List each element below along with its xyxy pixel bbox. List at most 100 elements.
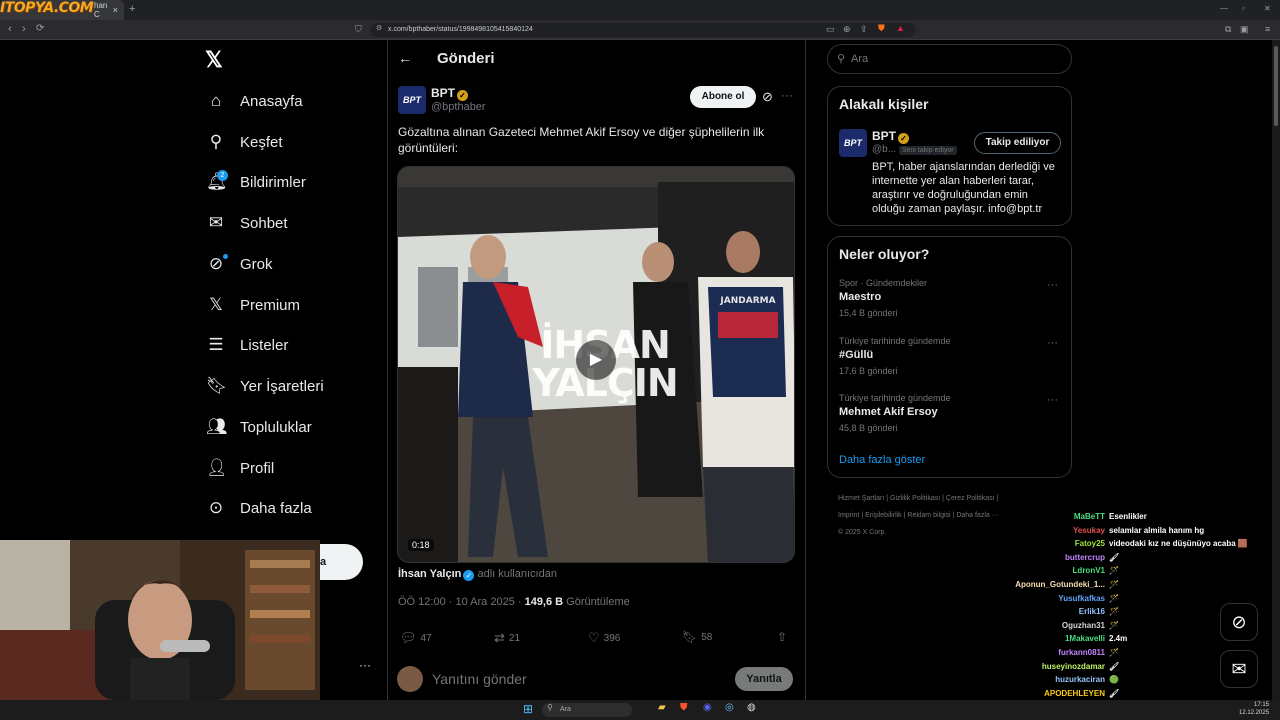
scrollbar[interactable] xyxy=(1272,40,1280,700)
minimize-icon[interactable]: — xyxy=(1220,4,1228,13)
footer-link[interactable]: Çerez Politikası xyxy=(946,495,995,502)
chat-text: 🪄 xyxy=(1109,579,1119,589)
trend-more-icon[interactable]: ··· xyxy=(1047,279,1058,291)
share-icon[interactable]: ⇪ xyxy=(860,24,868,35)
discord-icon[interactable]: ◉ xyxy=(703,702,712,713)
post-text: Gözaltına alınan Gazeteci Mehmet Akif Er… xyxy=(398,125,765,155)
post-button[interactable]: a xyxy=(320,544,363,580)
forward-nav-icon[interactable]: › xyxy=(22,23,26,35)
windows-start-icon[interactable]: ⊞ xyxy=(523,702,533,716)
grok-fab-icon[interactable]: ⊘ xyxy=(1220,603,1258,641)
maximize-icon[interactable]: ▫ xyxy=(1242,4,1245,13)
sidebar-item-home[interactable]: ⌂ Anasayfa xyxy=(206,89,303,113)
chat-username: Oguzhan31 xyxy=(1061,620,1105,630)
bookmark-page-icon[interactable]: ⛉ xyxy=(355,24,362,35)
more-circle-icon: ⊙ xyxy=(208,498,224,517)
trends-title: Neler oluyor? xyxy=(839,246,930,262)
sidebar-item-profile[interactable]: 👤︎ Profil xyxy=(206,456,274,480)
site-info-icon[interactable]: ⚙ xyxy=(376,24,382,32)
repost-action[interactable]: ⇄ 21 xyxy=(494,630,520,646)
chat-username: Fatoy25 xyxy=(1074,539,1105,549)
related-avatar[interactable]: BPT xyxy=(839,129,867,157)
x-logo-icon[interactable]: 𝕏 xyxy=(205,47,223,73)
trend-more-icon[interactable]: ··· xyxy=(1047,337,1058,349)
video-attribution[interactable]: İhsan Yalçın ✓ adlı kullanıcıdan xyxy=(398,568,557,581)
chat-username: MaBeTT xyxy=(1073,512,1105,521)
chat-message: APODEHLEYEN 🖌 xyxy=(860,687,1270,701)
bookmark-icon: 🔖︎ xyxy=(682,630,698,644)
steam-icon[interactable]: ◎ xyxy=(725,702,734,713)
messages-fab-icon[interactable]: ✉ xyxy=(1220,650,1258,688)
trend-item[interactable]: Türkiye tarihinde gündemde #Güllü 17,6 B… xyxy=(839,336,1064,376)
bookmark-action[interactable]: 🔖︎ 58 xyxy=(682,630,712,644)
footer-link[interactable]: Imprint xyxy=(838,512,859,519)
tab-title: han C xyxy=(94,1,108,19)
sidebar-item-premium[interactable]: 𝕏 Premium xyxy=(206,293,300,317)
chat-username: huseyinozdamar xyxy=(1041,661,1105,671)
window-close-icon[interactable]: ✕ xyxy=(1264,4,1271,13)
file-explorer-icon[interactable]: ▰ xyxy=(658,702,666,713)
author-avatar[interactable]: BPT xyxy=(398,86,426,114)
os-taskbar xyxy=(0,700,1280,720)
reply-button[interactable]: Yanıtla xyxy=(735,667,793,691)
related-handle: @b... Seni takip ediyor xyxy=(872,144,957,155)
stream-chat-overlay: MaBeTT Esenlikler Yesukay selamlar almila h… xyxy=(860,510,1270,714)
mail-icon: ✉ xyxy=(208,213,224,232)
tab-close-icon[interactable]: × xyxy=(113,5,118,15)
chat-message: huzurkaciran 🟢 xyxy=(860,673,1270,687)
account-more-icon[interactable]: ··· xyxy=(359,658,371,672)
share-icon: ⇧ xyxy=(777,630,788,644)
sidebar-item-bookmarks[interactable]: 🔖︎ Yer İşaretleri xyxy=(206,374,324,398)
webcam-scene xyxy=(0,540,320,700)
wallet-icon[interactable]: ▣ xyxy=(1240,24,1249,35)
sidebar-item-more[interactable]: ⊙ Daha fazla xyxy=(206,496,312,520)
trend-more-icon[interactable]: ··· xyxy=(1047,394,1058,406)
subscribe-button[interactable]: Abone ol xyxy=(690,86,756,108)
sidebar-item-lists[interactable]: ☰ Listeler xyxy=(206,333,288,357)
sidebar-item-chat[interactable]: ✉ Sohbet xyxy=(206,211,288,235)
obs-icon[interactable]: ◍ xyxy=(747,702,756,713)
back-arrow-icon[interactable]: ← xyxy=(398,50,412,66)
sidebar-item-communities[interactable]: 👥︎ Topluluklar xyxy=(206,415,312,439)
post-more-icon[interactable]: ··· xyxy=(781,88,793,102)
chat-username: Yesukay xyxy=(1072,525,1105,535)
chat-message: 1Makavelli 2.4m xyxy=(860,632,1270,646)
scrollbar-thumb[interactable] xyxy=(1274,46,1278,126)
like-action[interactable]: ♡ 396 xyxy=(588,630,620,646)
chat-text: 🖌 xyxy=(1109,552,1120,562)
related-name[interactable]: BPT ✓ xyxy=(872,129,909,144)
zoom-icon[interactable]: ⊕ xyxy=(843,24,851,35)
reload-icon[interactable]: ⟳ xyxy=(36,23,44,34)
author-name[interactable]: BPT ✓ xyxy=(431,86,468,101)
x-icon: 𝕏 xyxy=(209,295,223,314)
share-action[interactable]: ⇧ xyxy=(777,630,787,644)
reply-input[interactable]: Yanıtını gönder xyxy=(432,671,527,687)
brave-icon[interactable]: ⛊ xyxy=(680,702,688,713)
sidebar-item-grok[interactable]: ⊘ Grok xyxy=(206,252,273,276)
taskbar-search[interactable]: Ara xyxy=(542,703,632,717)
new-tab-button[interactable]: + xyxy=(129,3,135,15)
chat-text: 🪄 xyxy=(1109,647,1119,657)
rewards-icon[interactable]: ▲ xyxy=(896,23,905,33)
footer-link[interactable]: Gizlilik Politikası xyxy=(890,495,940,502)
trend-item[interactable]: Spor · Gündemdekiler Maestro 15,4 B gönd… xyxy=(839,278,1064,318)
follows-you-badge: Seni takip ediyor xyxy=(898,146,957,155)
sidebar-item-explore[interactable]: ⚲ Keşfet xyxy=(206,130,283,154)
notification-count-badge: 2 xyxy=(217,170,228,181)
grok-explain-icon[interactable]: ⊘ xyxy=(762,89,773,105)
show-more-link[interactable]: Daha fazla göster xyxy=(839,454,925,466)
reply-action[interactable]: 💬︎ 47 xyxy=(400,630,432,646)
play-icon[interactable]: ▶ xyxy=(576,340,616,380)
reply-icon: 💬︎ xyxy=(400,630,417,645)
extensions-icon[interactable]: ⧉ xyxy=(1225,24,1231,35)
footer-link[interactable]: Hizmet Şartları xyxy=(838,495,884,502)
following-button[interactable]: Takip ediliyor xyxy=(974,132,1061,154)
back-nav-icon[interactable]: ‹ xyxy=(8,23,12,35)
trend-item[interactable]: Türkiye tarihinde gündemde Mehmet Akif E… xyxy=(839,393,1064,433)
search-input[interactable]: Ara xyxy=(827,44,1072,74)
menu-icon[interactable]: ≡ xyxy=(1265,24,1270,34)
cast-icon[interactable]: ▭ xyxy=(826,24,835,35)
author-handle[interactable]: @bpthaber xyxy=(431,101,486,113)
brave-shield-icon[interactable]: ⛊ xyxy=(878,23,885,34)
user-avatar[interactable] xyxy=(397,666,423,692)
